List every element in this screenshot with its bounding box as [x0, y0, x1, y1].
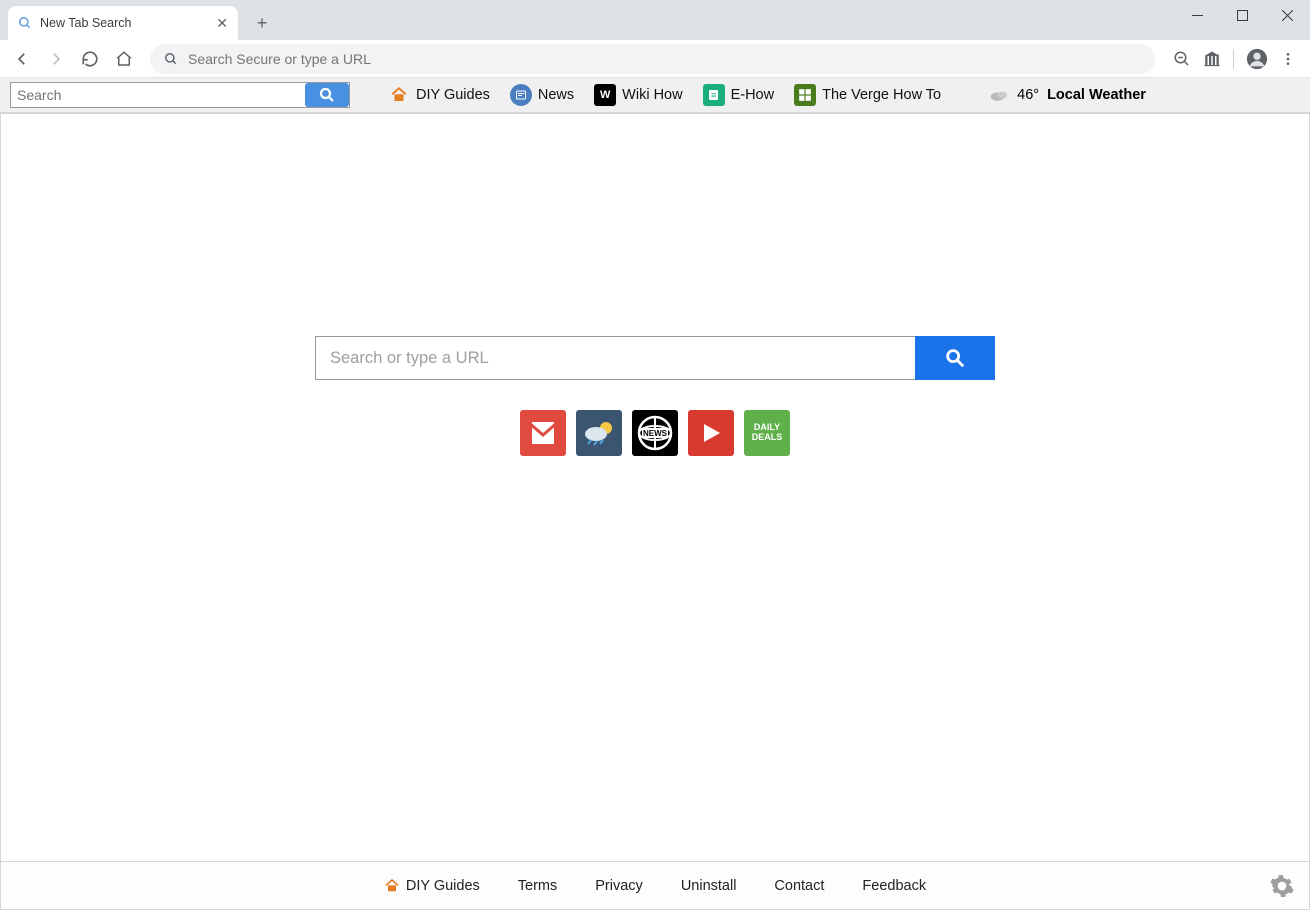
weather-temp: 46°	[1017, 87, 1039, 103]
footer-link-label: DIY Guides	[406, 878, 480, 894]
tab-title: New Tab Search	[40, 16, 208, 30]
omnibox[interactable]	[150, 44, 1155, 74]
ext-link-label: DIY Guides	[416, 87, 490, 103]
ext-link-ehow[interactable]: ≡ E-How	[703, 84, 775, 106]
footer-link-label: Privacy	[595, 878, 643, 894]
quick-tiles: NEWS DAILY DEALS	[520, 410, 790, 456]
search-icon	[18, 16, 32, 30]
main-search-button[interactable]	[915, 336, 995, 380]
ext-link-diy-guides[interactable]: DIY Guides	[388, 84, 490, 106]
close-window-button[interactable]	[1265, 0, 1310, 30]
tile-weather[interactable]	[576, 410, 622, 456]
toolbar-right	[1167, 48, 1302, 70]
home-button[interactable]	[110, 45, 138, 73]
tile-gmail[interactable]	[520, 410, 566, 456]
forward-button[interactable]	[42, 45, 70, 73]
minimize-button[interactable]	[1175, 0, 1220, 30]
footer-link-label: Terms	[518, 878, 557, 894]
extension-links: DIY Guides News W Wiki How ≡ E-How The V…	[388, 84, 941, 106]
footer: DIY Guides Terms Privacy Uninstall Conta…	[1, 861, 1309, 909]
browser-tab[interactable]: New Tab Search ✕	[8, 6, 238, 40]
omnibox-input[interactable]	[188, 51, 1141, 67]
verge-icon	[794, 84, 816, 106]
page-content: NEWS DAILY DEALS DIY Guides Terms Privac…	[0, 114, 1310, 910]
ext-link-label: News	[538, 87, 574, 103]
ext-link-label: E-How	[731, 87, 775, 103]
ext-link-wikihow[interactable]: W Wiki How	[594, 84, 682, 106]
extension-search	[10, 82, 350, 108]
extension-search-button[interactable]	[305, 83, 349, 107]
news-icon	[510, 84, 532, 106]
house-icon	[388, 84, 410, 106]
reload-button[interactable]	[76, 45, 104, 73]
separator	[1233, 49, 1234, 69]
ext-link-verge[interactable]: The Verge How To	[794, 84, 941, 106]
house-icon	[384, 878, 400, 894]
weather-label: Local Weather	[1047, 87, 1146, 103]
ext-link-label: The Verge How To	[822, 87, 941, 103]
tile-video[interactable]	[688, 410, 734, 456]
footer-link-diy-guides[interactable]: DIY Guides	[384, 878, 480, 894]
ext-link-news[interactable]: News	[510, 84, 574, 106]
extension-search-input[interactable]	[11, 83, 305, 107]
weather-widget[interactable]: 46° Local Weather	[989, 87, 1146, 103]
settings-gear-icon[interactable]	[1269, 873, 1295, 899]
footer-link-uninstall[interactable]: Uninstall	[681, 878, 737, 894]
footer-link-feedback[interactable]: Feedback	[862, 878, 926, 894]
library-icon[interactable]	[1203, 50, 1221, 68]
maximize-button[interactable]	[1220, 0, 1265, 30]
menu-icon[interactable]	[1280, 51, 1296, 67]
close-tab-icon[interactable]: ✕	[216, 15, 228, 32]
search-icon	[164, 52, 178, 66]
cloud-icon	[989, 88, 1009, 102]
titlebar: New Tab Search ✕ +	[0, 0, 1310, 40]
tile-label: DAILY DEALS	[744, 423, 790, 443]
new-tab-button[interactable]: +	[248, 9, 276, 37]
footer-link-terms[interactable]: Terms	[518, 878, 557, 894]
footer-link-label: Feedback	[862, 878, 926, 894]
main-search-input[interactable]	[315, 336, 915, 380]
window-controls	[1175, 0, 1310, 30]
extension-toolbar: DIY Guides News W Wiki How ≡ E-How The V…	[0, 78, 1310, 114]
tile-news[interactable]: NEWS	[632, 410, 678, 456]
svg-text:NEWS: NEWS	[643, 429, 668, 438]
ehow-icon: ≡	[703, 84, 725, 106]
footer-link-label: Contact	[774, 878, 824, 894]
browser-toolbar	[0, 40, 1310, 78]
tile-daily-deals[interactable]: DAILY DEALS	[744, 410, 790, 456]
back-button[interactable]	[8, 45, 36, 73]
main-search	[315, 336, 995, 380]
profile-icon[interactable]	[1246, 48, 1268, 70]
footer-link-label: Uninstall	[681, 878, 737, 894]
footer-link-contact[interactable]: Contact	[774, 878, 824, 894]
ext-link-label: Wiki How	[622, 87, 682, 103]
zoom-icon[interactable]	[1173, 50, 1191, 68]
wikipedia-icon: W	[594, 84, 616, 106]
footer-link-privacy[interactable]: Privacy	[595, 878, 643, 894]
